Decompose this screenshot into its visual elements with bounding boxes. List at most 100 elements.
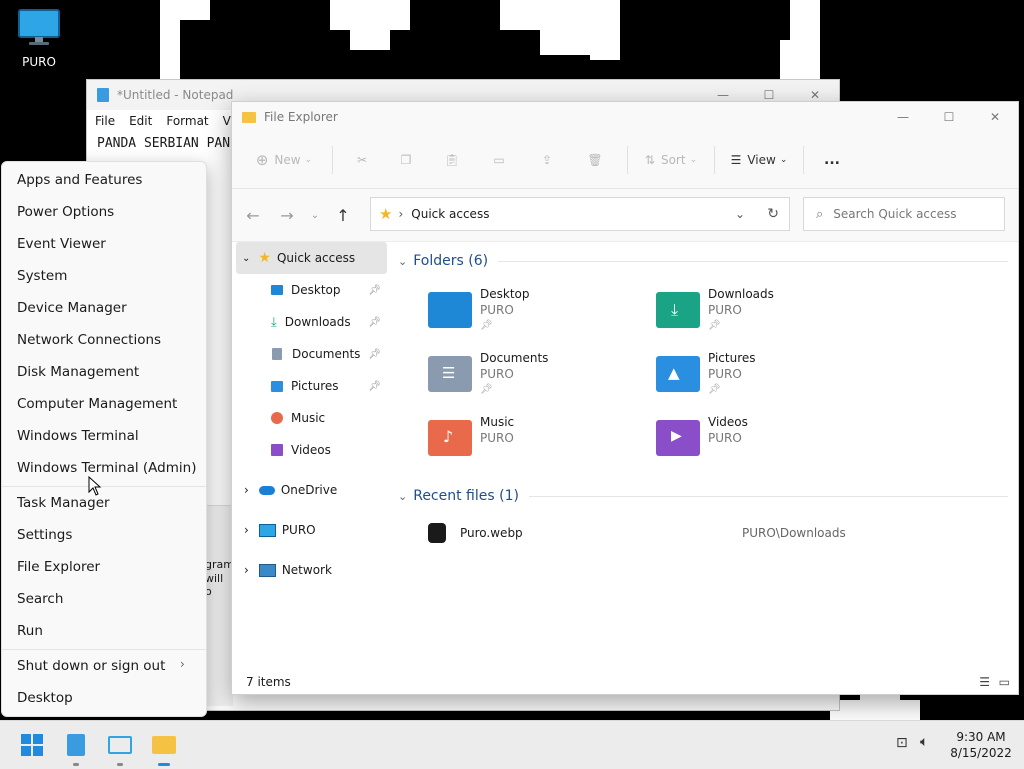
menu-item-disk-management[interactable]: Disk Management — [17, 364, 139, 380]
nav-this-pc[interactable]: › PURO — [232, 514, 387, 546]
folders-header-text: Folders (6) — [413, 253, 489, 269]
view-button[interactable]: ☰ View ⌄ — [723, 144, 795, 176]
nav-item-videos[interactable]: Videos — [232, 434, 387, 466]
nav-quick-access[interactable]: ⌄ ★ Quick access — [236, 242, 387, 274]
taskbar-notepad-button[interactable] — [58, 727, 94, 766]
documents-folder-icon: ☰ — [428, 356, 472, 392]
pin-icon: 📌︎ — [368, 348, 381, 360]
menu-item-apps-and-features[interactable]: Apps and Features — [17, 172, 142, 188]
arrow-right-icon: → — [280, 205, 294, 225]
folder-tile-downloads[interactable]: ⤓ Downloads PURO 📌︎ — [656, 286, 876, 344]
taskbar-file-explorer-button[interactable] — [146, 727, 182, 766]
folder-tile-music[interactable]: ♪ Music PURO — [428, 414, 648, 472]
menu-item-system[interactable]: System — [17, 268, 67, 284]
details-view-icon[interactable]: ☰ — [979, 675, 990, 689]
folder-tile-pictures[interactable]: ▲ Pictures PURO 📌︎ — [656, 350, 876, 408]
folder-name: Downloads — [708, 287, 774, 301]
recent-file-path: PURO\Downloads — [742, 526, 846, 540]
folder-location: PURO — [480, 367, 514, 381]
explorer-minimize-button[interactable]: — — [880, 102, 926, 132]
delete-button[interactable]: 🗑︎ — [571, 144, 619, 176]
search-box[interactable]: ⌕ Search Quick access — [803, 197, 1005, 231]
chevron-down-icon: ⌄ — [304, 155, 313, 165]
menu-item-settings[interactable]: Settings — [17, 527, 72, 543]
explorer-close-button[interactable]: ✕ — [972, 102, 1018, 132]
nav-network[interactable]: › Network — [232, 554, 387, 586]
separator — [714, 146, 715, 174]
nav-item-pictures[interactable]: Pictures 📌︎ — [232, 370, 387, 402]
menu-item-network-connections[interactable]: Network Connections — [17, 332, 161, 348]
new-button[interactable]: ⊕ New ⌄ — [244, 144, 324, 176]
content-pane: ⌄ Folders (6) Desktop PURO 📌︎ ⤓ Download… — [392, 242, 1012, 662]
copy-button[interactable]: ❐ — [383, 144, 429, 176]
menu-item-device-manager[interactable]: Device Manager — [17, 300, 127, 316]
window-app-icon — [108, 736, 132, 754]
recent-file-row[interactable]: Puro.webp PURO\Downloads — [428, 520, 1008, 546]
plus-icon: ⊕ — [255, 151, 269, 169]
pictures-folder-icon: ▲ — [656, 356, 700, 392]
menu-item-shut-down-or-sign-out[interactable]: Shut down or sign out — [17, 658, 165, 674]
breadcrumb-quick-access[interactable]: Quick access — [411, 207, 489, 221]
clock-date: 8/15/2022 — [950, 746, 1012, 760]
scissors-icon: ✂ — [356, 153, 368, 167]
menu-item-computer-management[interactable]: Computer Management — [17, 396, 177, 412]
more-options-button[interactable]: ... — [812, 144, 852, 176]
rename-button[interactable]: ▭ — [475, 144, 523, 176]
menu-item-run[interactable]: Run — [17, 623, 43, 639]
forward-button[interactable]: → — [270, 199, 304, 231]
recent-locations-button[interactable]: ⌄ — [304, 199, 326, 231]
menu-item-desktop[interactable]: Desktop — [17, 690, 73, 706]
notepad-menu-file[interactable]: File — [95, 114, 115, 128]
menu-item-power-options[interactable]: Power Options — [17, 204, 114, 220]
menu-item-windows-terminal[interactable]: Windows Terminal — [17, 428, 139, 444]
navigation-pane: ⌄ ★ Quick access Desktop 📌︎ ⤓ Downloads … — [232, 242, 387, 672]
volume-icon[interactable]: 🔈︎ — [920, 734, 928, 750]
up-button[interactable]: ↑ — [326, 199, 360, 231]
nav-item-music[interactable]: Music — [232, 402, 387, 434]
recent-section-header[interactable]: ⌄ Recent files (1) — [398, 485, 1008, 507]
explorer-titlebar[interactable]: File Explorer — ☐ ✕ — [232, 102, 1018, 132]
nav-onedrive-label: OneDrive — [280, 483, 338, 497]
sort-label: Sort — [660, 153, 686, 167]
folder-tile-videos[interactable]: ▶ Videos PURO — [656, 414, 876, 472]
network-status-icon[interactable]: ⊡ — [896, 735, 908, 751]
running-indicator — [117, 763, 123, 766]
address-dropdown-icon[interactable]: ⌄ — [735, 207, 745, 221]
new-label: New — [274, 153, 301, 167]
nav-item-desktop[interactable]: Desktop 📌︎ — [232, 274, 387, 306]
menu-item-windows-terminal-admin[interactable]: Windows Terminal (Admin) — [17, 460, 196, 476]
nav-onedrive[interactable]: › OneDrive — [232, 474, 387, 506]
cloud-icon — [258, 485, 275, 495]
menu-item-event-viewer[interactable]: Event Viewer — [17, 236, 106, 252]
share-button[interactable]: ⇪ — [523, 144, 571, 176]
folder-tile-desktop[interactable]: Desktop PURO 📌︎ — [428, 286, 648, 344]
notepad-menu-format[interactable]: Format — [166, 114, 208, 128]
back-button[interactable]: ← — [236, 199, 270, 231]
nav-item-documents[interactable]: Documents 📌︎ — [232, 338, 387, 370]
quick-link-menu: Apps and Features Power Options Event Vi… — [1, 161, 207, 717]
folder-location: PURO — [708, 303, 742, 317]
start-button[interactable] — [14, 727, 50, 763]
folder-tile-documents[interactable]: ☰ Documents PURO 📌︎ — [428, 350, 648, 408]
nav-item-downloads[interactable]: ⤓ Downloads 📌︎ — [232, 306, 387, 338]
folders-section-header[interactable]: ⌄ Folders (6) — [398, 250, 1008, 272]
rename-icon: ▭ — [493, 153, 505, 167]
chevron-down-icon: ⌄ — [398, 254, 408, 268]
file-explorer-window[interactable]: File Explorer — ☐ ✕ ⊕ New ⌄ ✂ ❐ 📋︎ ▭ ⇪ 🗑… — [231, 101, 1019, 695]
explorer-maximize-button[interactable]: ☐ — [926, 102, 972, 132]
menu-item-file-explorer[interactable]: File Explorer — [17, 559, 100, 575]
cut-button[interactable]: ✂ — [341, 144, 383, 176]
mouse-cursor-icon — [88, 476, 102, 496]
refresh-icon[interactable]: ↻ — [767, 206, 779, 222]
menu-item-search[interactable]: Search — [17, 591, 63, 607]
tiles-view-icon[interactable]: ▭ — [999, 675, 1010, 689]
taskbar-app-button[interactable] — [102, 727, 138, 766]
address-bar[interactable]: ★ › Quick access ⌄ ↻ — [370, 197, 790, 231]
menu-item-task-manager[interactable]: Task Manager — [17, 495, 110, 511]
clock[interactable]: 9:30 AM 8/15/2022 — [946, 729, 1016, 761]
desktop-icon-puro[interactable]: PURO — [8, 8, 70, 69]
chevron-right-icon: › — [180, 657, 185, 671]
notepad-menu-edit[interactable]: Edit — [129, 114, 152, 128]
sort-button[interactable]: ⇅ Sort ⌄ — [636, 144, 706, 176]
paste-button[interactable]: 📋︎ — [429, 144, 475, 176]
